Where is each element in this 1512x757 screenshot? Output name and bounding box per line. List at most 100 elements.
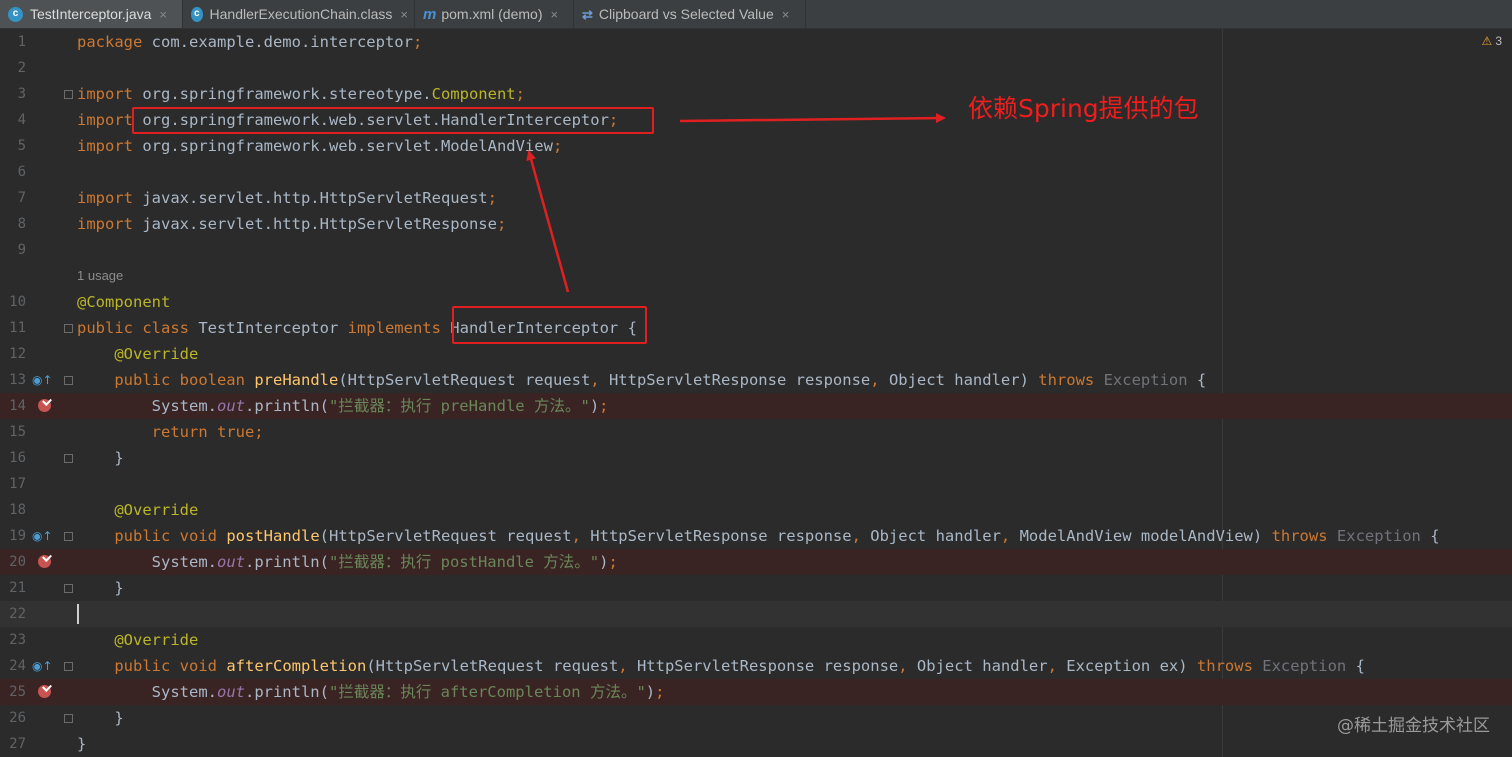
line-number[interactable]: 23 [0,627,26,653]
code-line[interactable]: 8 import javax.servlet.http.HttpServletRe… [0,211,1512,237]
tab-label: Clipboard vs Selected Value [598,6,774,22]
line-number[interactable]: 3 [0,81,26,107]
close-icon[interactable]: × [159,7,167,22]
line-number[interactable]: 21 [0,575,26,601]
tab-clipboard-vs-selected-value[interactable]: ⇄ Clipboard vs Selected Value × [574,0,806,28]
code-text[interactable]: public void postHandle(HttpServletReques… [77,523,1439,549]
line-number[interactable]: 13 [0,367,26,393]
line-number[interactable]: 12 [0,341,26,367]
code-line[interactable]: 27} [0,731,1512,757]
line-number[interactable]: 2 [0,55,26,81]
code-line[interactable]: 16 } [0,445,1512,471]
code-text[interactable]: @Override [77,497,198,523]
code-text[interactable]: public void afterCompletion(HttpServletR… [77,653,1365,679]
fold-marker-icon[interactable] [64,324,73,333]
override-method-icon[interactable]: ◉↑ [32,367,53,393]
code-line[interactable]: 24 public void afterCompletion(HttpServl… [0,653,1512,679]
line-number[interactable]: 6 [0,159,26,185]
code-line[interactable]: 11 public class TestInterceptor implement… [0,315,1512,341]
line-number[interactable]: 11 [0,315,26,341]
code-text[interactable]: import org.springframework.stereotype.Co… [77,81,525,107]
override-method-icon[interactable]: ◉↑ [32,523,53,549]
code-text[interactable]: System.out.println("拦截器：执行 afterCompleti… [77,679,665,705]
fold-marker-icon[interactable] [64,714,73,723]
code-text[interactable]: package com.example.demo.interceptor; [77,29,422,55]
code-line[interactable]: 25 System.out.println("拦截器：执行 afterCompl… [0,679,1512,705]
fold-marker-icon[interactable] [64,454,73,463]
code-editor[interactable]: ⚠ 3 1 package com.example.demo.interceptor… [0,29,1512,757]
code-line[interactable]: 14 System.out.println("拦截器：执行 preHandle … [0,393,1512,419]
tab-pom-xml-demo[interactable]: m pom.xml (demo) × [415,0,574,28]
close-icon[interactable]: × [782,7,790,22]
line-number[interactable]: 15 [0,419,26,445]
line-number[interactable]: 18 [0,497,26,523]
fold-marker-icon[interactable] [64,662,73,671]
code-line[interactable]: 7 import javax.servlet.http.HttpServletRe… [0,185,1512,211]
line-number[interactable]: 14 [0,393,26,419]
line-number[interactable]: 4 [0,107,26,133]
line-number[interactable]: 16 [0,445,26,471]
line-number[interactable]: 10 [0,289,26,315]
usage-hint[interactable]: 1 usage [77,263,123,289]
code-line[interactable]: 22 [0,601,1512,627]
code-text[interactable]: @Override [77,341,198,367]
code-line[interactable]: 10 @Component [0,289,1512,315]
code-line[interactable]: 26 } [0,705,1512,731]
code-text[interactable]: import javax.servlet.http.HttpServletRes… [77,211,506,237]
line-number[interactable]: 1 [0,29,26,55]
code-line[interactable]: 19 public void postHandle(HttpServletReq… [0,523,1512,549]
tab-handlerexecutionchain-class[interactable]: c HandlerExecutionChain.class × [183,0,415,28]
fold-marker-icon[interactable] [64,532,73,541]
override-method-icon[interactable]: ◉↑ [32,653,53,679]
line-number[interactable]: 20 [0,549,26,575]
code-text[interactable]: } [77,705,123,731]
breakpoint-icon[interactable] [38,685,51,698]
code-line[interactable]: 9 [0,237,1512,263]
line-number[interactable]: 7 [0,185,26,211]
line-number[interactable]: 24 [0,653,26,679]
code-line[interactable]: 1 package com.example.demo.interceptor; [0,29,1512,55]
text-cursor [77,604,79,624]
code-text[interactable]: @Component [77,289,170,315]
line-number[interactable]: 22 [0,601,26,627]
code-text[interactable]: return true; [77,419,264,445]
code-text[interactable]: } [77,575,123,601]
code-text[interactable]: System.out.println("拦截器：执行 preHandle 方法。… [77,393,609,419]
code-text[interactable]: import javax.servlet.http.HttpServletReq… [77,185,497,211]
line-number[interactable]: 26 [0,705,26,731]
code-line[interactable]: 15 return true; [0,419,1512,445]
code-text[interactable]: @Override [77,627,198,653]
code-line[interactable]: 12 @Override [0,341,1512,367]
code-text[interactable]: System.out.println("拦截器：执行 postHandle 方法… [77,549,618,575]
line-number[interactable]: 19 [0,523,26,549]
code-line[interactable]: 17 [0,471,1512,497]
close-icon[interactable]: × [550,7,558,22]
code-line[interactable]: 23 @Override [0,627,1512,653]
breakpoint-icon[interactable] [38,399,51,412]
code-text[interactable]: import org.springframework.web.servlet.M… [77,133,562,159]
tab-label: TestInterceptor.java [30,6,152,22]
code-text[interactable]: } [77,445,123,471]
code-line[interactable]: 2 [0,55,1512,81]
code-line[interactable]: 21 } [0,575,1512,601]
line-number[interactable]: 9 [0,237,26,263]
code-line[interactable]: 13 public boolean preHandle(HttpServletR… [0,367,1512,393]
line-number[interactable]: 5 [0,133,26,159]
code-line[interactable]: 3 import org.springframework.stereotype.C… [0,81,1512,107]
line-number[interactable]: 8 [0,211,26,237]
line-number[interactable]: 17 [0,471,26,497]
code-text[interactable]: } [77,731,86,757]
tab-testinterceptor-java[interactable]: c TestInterceptor.java × [0,0,183,28]
code-line[interactable]: 18 @Override [0,497,1512,523]
code-line[interactable]: 20 System.out.println("拦截器：执行 postHandle… [0,549,1512,575]
fold-marker-icon[interactable] [64,90,73,99]
line-number[interactable]: 25 [0,679,26,705]
line-number[interactable]: 27 [0,731,26,757]
code-line[interactable]: 5 import org.springframework.web.servlet.… [0,133,1512,159]
breakpoint-icon[interactable] [38,555,51,568]
close-icon[interactable]: × [400,7,408,22]
code-line[interactable]: 6 [0,159,1512,185]
fold-marker-icon[interactable] [64,584,73,593]
fold-marker-icon[interactable] [64,376,73,385]
code-text[interactable]: public boolean preHandle(HttpServletRequ… [77,367,1206,393]
